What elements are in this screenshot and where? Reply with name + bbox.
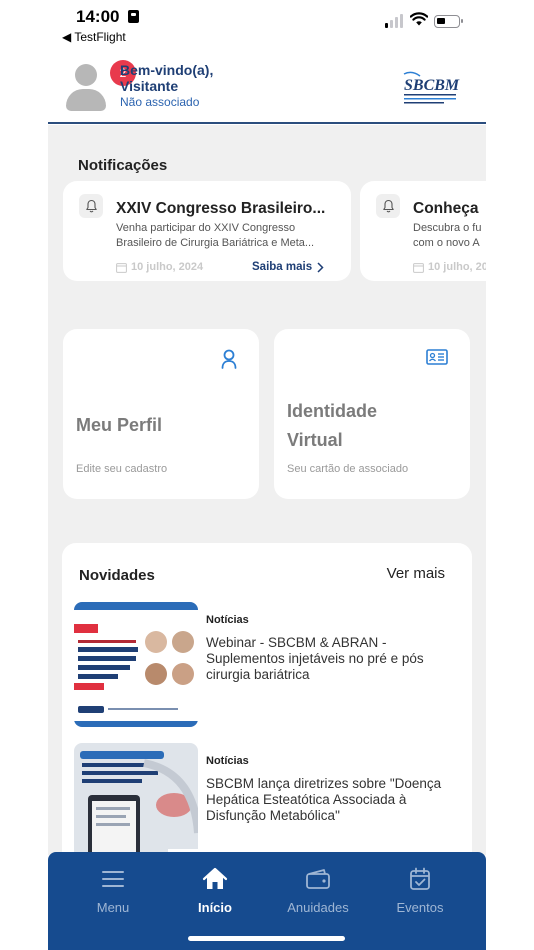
news-item[interactable]: Notícias Webinar - SBCBM & ABRAN - Suple… — [74, 602, 464, 727]
svg-text:SBCBM: SBCBM — [404, 77, 460, 94]
news-item[interactable]: Notícias SBCBM lança diretrizes sobre "D… — [74, 743, 464, 855]
notification-body-line: Descubra o fu — [413, 222, 482, 234]
home-content[interactable]: Notificações XXIV Congresso Brasileiro..… — [48, 125, 486, 855]
notification-body: Venha participar do XXIV Congresso Brasi… — [116, 221, 334, 251]
nav-label: Início — [198, 900, 232, 915]
menu-icon — [63, 862, 163, 896]
nav-label: Anuidades — [287, 900, 349, 915]
orientation-lock-icon — [128, 10, 139, 23]
notifications-section-title: Notificações — [78, 157, 168, 174]
tile-title: Meu Perfil — [76, 415, 163, 435]
user-icon — [221, 349, 237, 369]
avatar[interactable]: 2 — [66, 60, 136, 112]
avatar-body-shape — [66, 89, 106, 111]
status-time: 14:00 — [76, 7, 120, 26]
notification-title: XXIV Congresso Brasileiro... — [116, 200, 326, 217]
notification-title: Conheça — [413, 200, 479, 217]
member-status-text: Não associado — [120, 95, 200, 109]
chevron-right-icon — [317, 261, 324, 273]
app-screen: 14:00 ◀ TestFlight 2 Bem-vindo(a), Visit… — [0, 0, 534, 950]
wallet-icon — [268, 862, 368, 896]
nav-anuidades[interactable]: Anuidades — [268, 862, 368, 922]
nav-menu[interactable]: Menu — [63, 862, 163, 922]
notification-card[interactable]: Conheça Descubra o fu com o novo A 10 ju… — [360, 181, 486, 281]
tile-subtitle: Seu cartão de associado — [287, 463, 409, 475]
home-icon — [165, 862, 265, 896]
nav-inicio[interactable]: Início — [165, 862, 265, 922]
calendar-small-icon — [116, 262, 127, 273]
bell-icon — [79, 194, 103, 218]
nav-label: Eventos — [396, 900, 444, 915]
battery-icon — [434, 15, 463, 28]
calendar-small-icon — [413, 262, 424, 273]
news-headline: SBCBM lança diretrizes sobre "Doença Hep… — [206, 776, 442, 823]
notification-date-text: 10 julho, 20 — [428, 261, 486, 273]
ver-mais-link[interactable]: Ver mais — [387, 565, 445, 582]
meu-perfil-tile[interactable]: Meu Perfil Edite seu cadastro — [63, 329, 259, 499]
notification-date-text: 10 julho, 2024 — [131, 261, 204, 273]
welcome-text: Bem-vindo(a), Visitante — [120, 62, 214, 94]
active-tab-indicator — [168, 849, 264, 852]
notification-body-line: Venha participar do XXIV Congresso — [116, 222, 296, 234]
news-panel: Novidades Ver mais Notícias Webinar - SB… — [62, 543, 472, 855]
saiba-mais-link[interactable]: Saiba mais — [252, 261, 324, 273]
calendar-icon — [370, 862, 470, 896]
notification-body-line: Brasileiro de Cirurgia Bariátrica e Meta… — [116, 237, 315, 249]
news-thumbnail-image — [74, 602, 198, 727]
tile-subtitle: Edite seu cadastro — [76, 463, 168, 475]
notification-date: 10 julho, 20 — [413, 261, 486, 273]
nav-eventos[interactable]: Eventos — [370, 862, 470, 922]
news-category: Notícias — [206, 614, 249, 626]
status-bar: 14:00 ◀ TestFlight — [0, 0, 534, 56]
sbcbm-logo: SBCBM — [403, 71, 460, 104]
identidade-virtual-tile[interactable]: Identidade Virtual Seu cartão de associa… — [274, 329, 470, 499]
avatar-head-shape — [75, 64, 97, 86]
tile-title: Identidade Virtual — [287, 397, 377, 455]
notification-body: Descubra o fu com o novo A — [413, 221, 486, 251]
cellular-signal-icon — [385, 14, 403, 28]
notification-body-line: com o novo A — [413, 237, 480, 249]
news-section-title: Novidades — [79, 567, 155, 584]
news-headline: Webinar - SBCBM & ABRAN - Suplementos in… — [206, 635, 424, 682]
bottom-navigation: Menu Início Anuidades Eventos — [48, 849, 486, 950]
saiba-mais-label: Saiba mais — [252, 261, 313, 273]
bell-icon — [376, 194, 400, 218]
id-card-icon — [426, 349, 448, 365]
wifi-icon — [410, 12, 428, 26]
home-indicator-bar[interactable] — [188, 936, 345, 941]
app-header: 2 Bem-vindo(a), Visitante Não associado … — [48, 56, 486, 124]
tile-title-line: Identidade — [287, 401, 378, 421]
news-category: Notícias — [206, 755, 249, 767]
nav-label: Menu — [96, 900, 130, 915]
notification-card[interactable]: XXIV Congresso Brasileiro... Venha parti… — [63, 181, 351, 281]
notification-date: 10 julho, 2024 — [116, 261, 203, 273]
news-thumbnail-image — [74, 743, 198, 855]
tile-title-line: Virtual — [287, 430, 343, 450]
back-to-testflight-link[interactable]: ◀ TestFlight — [62, 30, 126, 44]
